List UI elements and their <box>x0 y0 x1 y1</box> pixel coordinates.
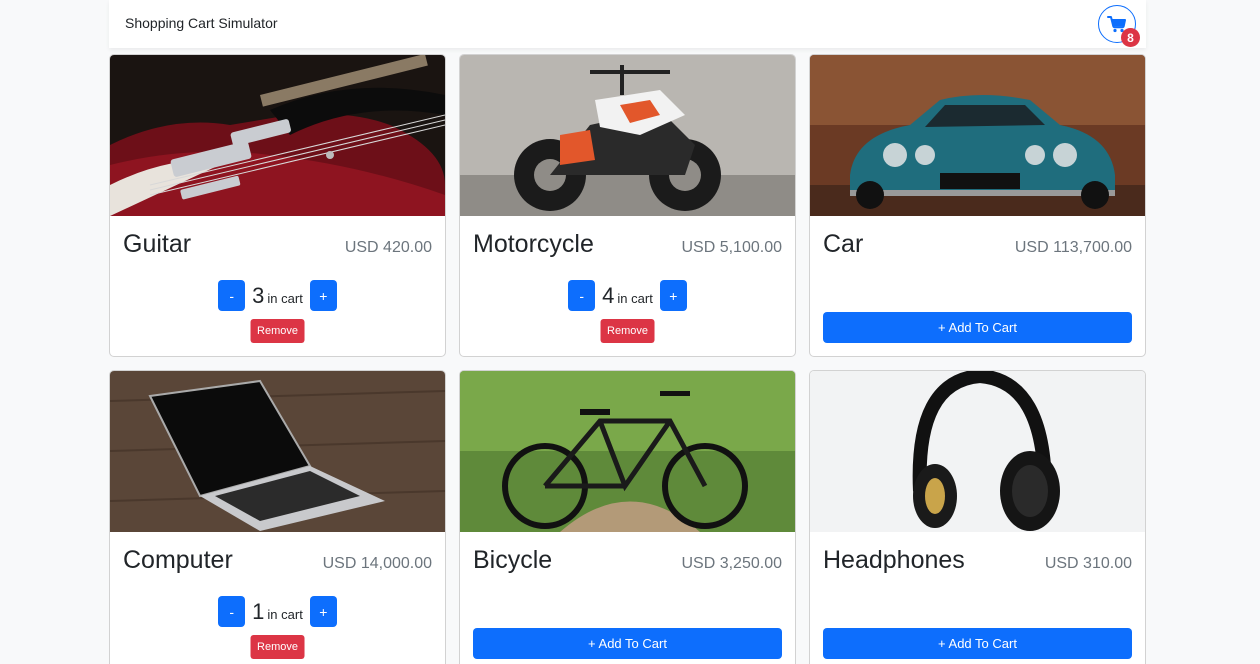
quantity-stepper: - 3 in cart + <box>110 280 445 311</box>
cart-quantity: 4 <box>602 282 615 308</box>
product-name: Motorcycle <box>473 230 594 258</box>
product-name: Headphones <box>823 546 965 574</box>
in-cart-label: in cart <box>617 291 653 306</box>
motorcycle-image <box>460 55 795 216</box>
product-name: Computer <box>123 546 233 574</box>
product-name: Bicycle <box>473 546 553 574</box>
remove-button[interactable]: Remove <box>250 319 305 343</box>
product-price: USD 5,100.00 <box>681 239 782 256</box>
product-card-computer: Computer USD 14,000.00 - 1 in cart + Rem… <box>109 370 446 664</box>
product-card-motorcycle: Motorcycle USD 5,100.00 - 4 in cart + Re… <box>459 54 796 357</box>
product-price: USD 310.00 <box>1044 555 1132 572</box>
add-to-cart-button[interactable]: + Add To Cart <box>823 312 1132 343</box>
remove-button[interactable]: Remove <box>600 319 655 343</box>
headphones-image <box>810 371 1145 532</box>
bicycle-image <box>460 371 795 532</box>
guitar-image <box>110 55 445 216</box>
product-card-headphones: Headphones USD 310.00 + Add To Cart <box>809 370 1146 664</box>
quantity-stepper: - 4 in cart + <box>460 280 795 311</box>
product-price: USD 420.00 <box>344 239 432 256</box>
increase-button[interactable]: + <box>659 280 687 311</box>
product-name: Guitar <box>123 230 192 258</box>
product-card-bicycle: Bicycle USD 3,250.00 + Add To Cart <box>459 370 796 664</box>
product-card-guitar: Guitar USD 420.00 - 3 in cart + Remove <box>109 54 446 357</box>
add-to-cart-button[interactable]: + Add To Cart <box>823 628 1132 659</box>
computer-image <box>110 371 445 532</box>
cart-quantity: 3 <box>252 282 265 308</box>
car-image <box>810 55 1145 216</box>
decrease-button[interactable]: - <box>218 596 246 627</box>
product-card-car: Car USD 113,700.00 + Add To Cart <box>809 54 1146 357</box>
in-cart-label: in cart <box>267 291 303 306</box>
product-price: USD 113,700.00 <box>1014 239 1132 256</box>
decrease-button[interactable]: - <box>218 280 246 311</box>
cart-quantity: 1 <box>252 598 265 624</box>
product-price: USD 14,000.00 <box>322 555 432 572</box>
product-name: Car <box>823 230 864 258</box>
increase-button[interactable]: + <box>309 280 337 311</box>
quantity-stepper: - 1 in cart + <box>110 596 445 627</box>
increase-button[interactable]: + <box>309 596 337 627</box>
cart-count-badge: 8 <box>1121 28 1140 47</box>
remove-button[interactable]: Remove <box>250 635 305 659</box>
navbar: Shopping Cart Simulator 8 <box>109 0 1146 48</box>
product-grid: Guitar USD 420.00 - 3 in cart + Remove M… <box>109 54 1146 664</box>
add-to-cart-button[interactable]: + Add To Cart <box>473 628 782 659</box>
product-price: USD 3,250.00 <box>681 555 782 572</box>
app-title: Shopping Cart Simulator <box>125 15 278 31</box>
in-cart-label: in cart <box>267 607 303 622</box>
decrease-button[interactable]: - <box>568 280 596 311</box>
